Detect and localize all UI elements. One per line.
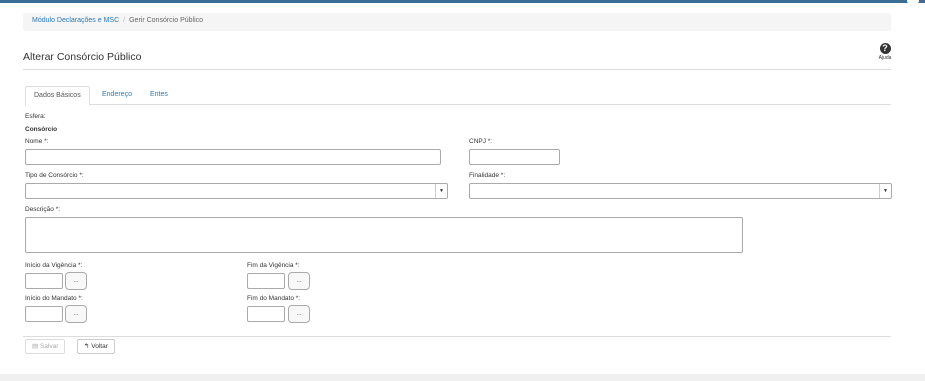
breadcrumb: Módulo Declarações e MSC / Gerir Consórcio… [23, 13, 891, 31]
actions-divider [23, 336, 891, 337]
back-button[interactable]: ↰ Voltar [77, 339, 115, 354]
descricao-label: Descrição *: [25, 206, 61, 213]
cnpj-input[interactable] [469, 149, 560, 165]
cnpj-label: CNPJ *: [469, 138, 493, 145]
top-bar [0, 0, 925, 3]
nome-input[interactable] [25, 149, 441, 165]
caret-down-icon: ▼ [879, 184, 891, 198]
nome-label: Nome *: [25, 138, 49, 145]
tab-endereco[interactable]: Endereço [94, 86, 140, 105]
breadcrumb-separator: / [123, 17, 126, 24]
page-title: Alterar Consórcio Público [23, 51, 142, 63]
breadcrumb-current: Gerir Consórcio Público [129, 17, 204, 24]
tab-bar: Dados Básicos Endereço Entes [25, 86, 891, 106]
footer-bar [0, 374, 925, 381]
reply-icon: ↰ [84, 343, 90, 350]
inicio-vigencia-date-button[interactable]: ... [65, 272, 87, 290]
save-label: Salvar [39, 343, 59, 350]
fim-vigencia-date-button[interactable]: ... [288, 272, 310, 290]
finalidade-select[interactable]: ▼ [469, 183, 892, 199]
fim-mandato-date-button[interactable]: ... [288, 305, 310, 323]
inicio-mandato-date-button[interactable]: ... [65, 305, 87, 323]
inicio-mandato-label: Início do Mandato *: [25, 295, 83, 302]
title-divider [23, 69, 891, 70]
fim-mandato-input[interactable] [247, 306, 285, 322]
fim-vigencia-label: Fim da Vigência *: [247, 262, 300, 269]
fim-mandato-label: Fim do Mandato *: [247, 295, 301, 302]
tab-dados-basicos[interactable]: Dados Básicos [25, 86, 90, 106]
tipo-consorcio-select[interactable]: ▼ [25, 183, 448, 199]
top-bar-corner [907, 0, 919, 3]
help-label: Ajuda [878, 55, 892, 61]
inicio-mandato-input[interactable] [25, 306, 63, 322]
caret-down-icon: ▼ [435, 184, 447, 198]
inicio-vigencia-label: Início da Vigência *: [25, 262, 83, 269]
esfera-label: Esfera: [25, 113, 46, 120]
help-button[interactable]: ? Ajuda [874, 43, 896, 61]
consorcio-heading: Consórcio [25, 126, 58, 133]
descricao-textarea[interactable] [25, 217, 743, 253]
save-icon: ▤ [32, 343, 39, 350]
breadcrumb-module-link[interactable]: Módulo Declarações e MSC [32, 17, 119, 24]
save-button[interactable]: ▤ Salvar [25, 339, 66, 354]
tab-entes[interactable]: Entes [142, 86, 176, 105]
inicio-vigencia-input[interactable] [25, 273, 63, 289]
tipo-consorcio-label: Tipo de Consórcio *: [25, 172, 84, 179]
fim-vigencia-input[interactable] [247, 273, 285, 289]
back-label: Voltar [91, 343, 108, 350]
question-circle-icon: ? [879, 43, 891, 54]
finalidade-label: Finalidade *: [469, 172, 506, 179]
